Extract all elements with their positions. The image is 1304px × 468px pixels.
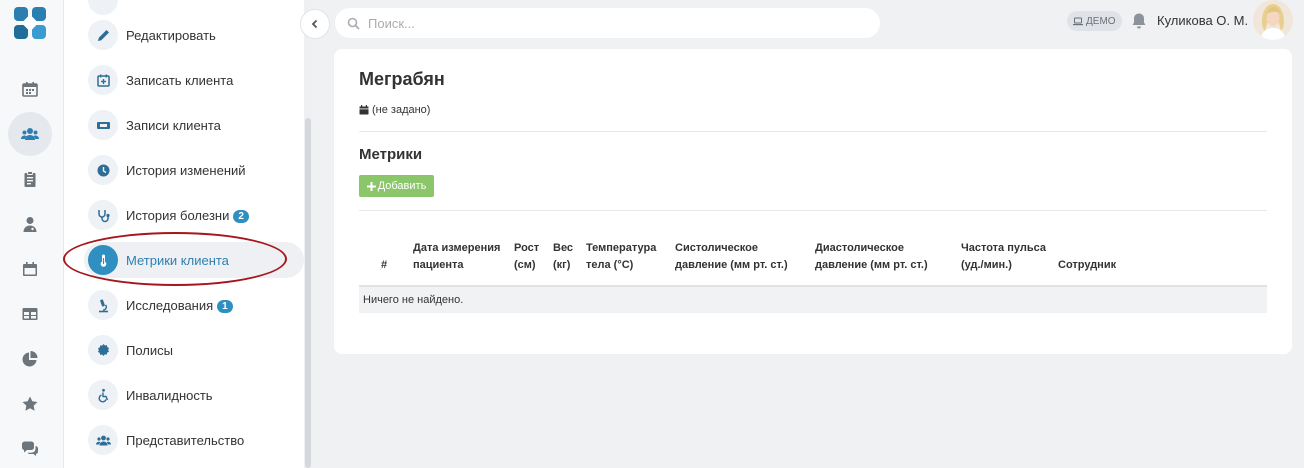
column-header[interactable]: #: [359, 211, 409, 287]
subnav-item-book[interactable]: Записать клиента: [88, 62, 298, 98]
empty-message: Ничего не найдено.: [359, 286, 1267, 313]
rail-clients[interactable]: [8, 112, 52, 156]
subnav-label: Полисы: [126, 342, 173, 358]
subnav-item-research[interactable]: Исследования 1: [88, 287, 298, 323]
column-header[interactable]: Диастолическое давление (мм рт. ст.): [811, 211, 957, 287]
ticket-icon: [96, 121, 110, 129]
wheelchair-icon: [98, 388, 108, 402]
demo-badge: ДЕМО: [1067, 11, 1122, 31]
partial-icon: [88, 0, 118, 15]
subnav-scrollbar-thumb[interactable]: [305, 118, 311, 468]
plus-icon: [366, 181, 376, 191]
search-bar[interactable]: [335, 8, 880, 38]
rail-favorites[interactable]: [8, 382, 52, 426]
doctor-icon: [23, 217, 37, 232]
icon-rail: [0, 0, 64, 468]
rail-chat[interactable]: [8, 427, 52, 468]
users-icon: [95, 435, 111, 445]
subnav-item-change-history[interactable]: История изменений: [88, 152, 298, 188]
patient-birthdate: (не задано): [359, 104, 430, 116]
bell-icon[interactable]: [1131, 12, 1147, 30]
section-title: Метрики: [359, 146, 423, 163]
count-badge: 2: [233, 209, 249, 223]
subnav-label: История изменений: [126, 162, 246, 178]
birthdate-value: (не задано): [372, 104, 431, 116]
clock-icon: [97, 164, 109, 176]
search-icon: [347, 17, 360, 30]
subnav-label: Записи клиента: [126, 117, 221, 133]
laptop-icon: [1073, 17, 1083, 25]
user-name[interactable]: Куликова О. М.: [1157, 13, 1248, 28]
avatar-image: [1253, 0, 1293, 40]
column-header[interactable]: Частота пульса (уд./мин.): [957, 211, 1054, 287]
highlight-annotation: [63, 232, 287, 286]
rail-doctors[interactable]: [8, 202, 52, 246]
column-header[interactable]: Систолическое давление (мм рт. ст.): [671, 211, 811, 287]
column-header[interactable]: Температура тела (°C): [582, 211, 671, 287]
search-input[interactable]: [368, 15, 848, 31]
column-header[interactable]: Сотрудник: [1054, 211, 1267, 287]
subnav-label: Представительство: [126, 432, 245, 448]
calendar-plus-icon: [96, 74, 110, 87]
microscope-icon: [98, 298, 108, 312]
chevron-left-icon: [311, 19, 318, 29]
demo-label: ДЕМО: [1086, 15, 1116, 27]
subnav-item-top[interactable]: [88, 0, 298, 18]
column-header[interactable]: Рост (см): [510, 211, 549, 287]
certificate-icon: [97, 343, 109, 356]
table-icon: [22, 308, 38, 320]
metrics-table: # Дата измерения пациента Рост (см) Вес …: [359, 211, 1267, 313]
rail-calendar[interactable]: [8, 67, 52, 111]
calendar-icon: [22, 82, 38, 97]
app-logo[interactable]: [11, 4, 49, 42]
table-header-row: # Дата измерения пациента Рост (см) Вес …: [359, 211, 1267, 287]
subnav-item-edit[interactable]: Редактировать: [88, 17, 298, 53]
subnav-label: История болезни 2: [126, 208, 249, 223]
chat-icon: [22, 441, 38, 456]
column-header[interactable]: Дата измерения пациента: [409, 211, 510, 287]
main-card: Меграбян (не задано) Метрики Добавить # …: [334, 49, 1292, 354]
subnav-label-text: История болезни: [126, 207, 230, 223]
subnav-label: Исследования 1: [126, 298, 233, 313]
rail-tables[interactable]: [8, 292, 52, 336]
users-icon: [21, 128, 39, 140]
subnav-label: Инвалидность: [126, 387, 213, 403]
calendar-icon: [359, 105, 369, 115]
avatar[interactable]: [1253, 0, 1293, 40]
add-metric-button[interactable]: Добавить: [359, 175, 434, 197]
add-metric-label: Добавить: [377, 180, 427, 192]
collapse-sidebar-button[interactable]: [300, 9, 330, 39]
subnav-item-medical-history[interactable]: История болезни 2: [88, 197, 298, 233]
page-title: Меграбян: [359, 69, 445, 89]
rail-reports[interactable]: [8, 337, 52, 381]
column-header[interactable]: Вес (кг): [549, 211, 582, 287]
clipboard-icon: [24, 171, 36, 187]
calendar-day-icon: [23, 262, 37, 276]
subnav-label: Редактировать: [126, 27, 216, 43]
pie-chart-icon: [22, 351, 38, 367]
stethoscope-icon: [97, 209, 110, 222]
table-row: Ничего не найдено.: [359, 286, 1267, 313]
count-badge: 1: [217, 299, 233, 313]
subnav-item-appointments[interactable]: Записи клиента: [88, 107, 298, 143]
metrics-table-wrapper: # Дата измерения пациента Рост (см) Вес …: [359, 210, 1267, 313]
star-icon: [22, 396, 38, 411]
subnav-item-representation[interactable]: Представительство: [88, 422, 298, 458]
rail-schedule[interactable]: [8, 247, 52, 291]
subnav-item-policies[interactable]: Полисы: [88, 332, 298, 368]
rail-tasks[interactable]: [8, 157, 52, 201]
divider: [359, 131, 1267, 132]
subnav-label-text: Исследования: [126, 297, 214, 313]
subnav-label: Записать клиента: [126, 72, 234, 88]
subnav-item-disability[interactable]: Инвалидность: [88, 377, 298, 413]
pencil-icon: [97, 29, 109, 41]
